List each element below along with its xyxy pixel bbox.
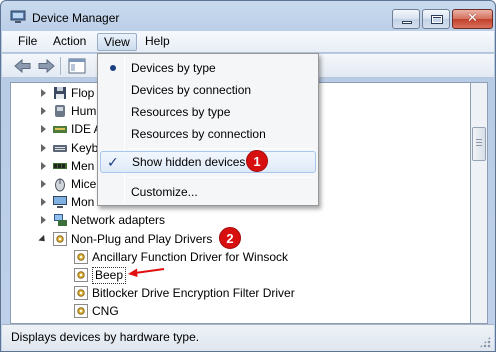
tree-item-label: Bitlocker Drive Encryption Filter Driver	[92, 286, 295, 301]
driver-icon	[74, 249, 88, 264]
tree-item-label: Men	[71, 158, 95, 173]
floppy-icon	[54, 87, 66, 99]
expand-arrow-icon[interactable]	[41, 107, 46, 116]
monitor-icon	[53, 196, 67, 209]
red-arrow-annotation	[128, 268, 165, 277]
menu-item-label: Resources by type	[131, 105, 231, 119]
tree-item-cng[interactable]: CNG	[11, 302, 470, 320]
menu-item-devices-by-connection[interactable]: Devices by connection	[100, 79, 316, 101]
view-menu-dropdown: Devices by type Devices by connection Re…	[97, 53, 319, 206]
menu-view[interactable]: View	[97, 33, 137, 51]
tree-item-label: Keyb	[71, 140, 99, 155]
menu-item-label: Show hidden devices	[132, 155, 246, 169]
keyboard-icon	[53, 144, 67, 152]
menu-item-label: Devices by type	[131, 61, 216, 75]
tree-item-label: Beep	[92, 267, 127, 284]
window-title: Device Manager	[32, 11, 120, 25]
scrollbar-thumb[interactable]	[472, 127, 486, 161]
status-bar: Displays devices by hardware type.	[2, 324, 494, 351]
menu-separator	[128, 148, 314, 149]
expand-arrow-icon[interactable]	[41, 180, 46, 188]
forward-arrow-icon[interactable]	[35, 57, 57, 75]
maximize-button[interactable]	[422, 9, 450, 29]
close-button[interactable]: ✕	[452, 9, 493, 29]
driver-icon	[53, 231, 67, 246]
collapse-arrow-icon[interactable]	[38, 234, 48, 244]
tree-item-label: Ancillary Function Driver for Winsock	[92, 249, 289, 264]
tree-item-network-adapters[interactable]: Network adapters	[11, 211, 470, 229]
tree-item-ancillary-function-driver-for-winsock[interactable]: Ancillary Function Driver for Winsock	[11, 248, 470, 266]
menu-item-resources-by-type[interactable]: Resources by type	[100, 101, 316, 123]
tree-item-label: CNG	[92, 304, 119, 319]
network-icon	[54, 214, 67, 227]
radio-selected-icon	[110, 65, 116, 71]
menu-bar: File Action View Help	[2, 31, 494, 53]
device-manager-icon	[10, 10, 26, 23]
resize-grip-icon[interactable]	[479, 336, 491, 348]
step-badge-1: 1	[246, 150, 268, 172]
expand-arrow-icon[interactable]	[41, 125, 46, 134]
menu-item-customize[interactable]: Customize...	[100, 181, 316, 203]
device-manager-window: Device Manager ✕ File Action View Help F…	[0, 0, 496, 352]
step-badge-2: 2	[219, 227, 241, 249]
driver-icon	[74, 304, 88, 319]
menu-item-devices-by-type[interactable]: Devices by type	[100, 57, 316, 79]
expand-arrow-icon[interactable]	[41, 216, 46, 225]
expand-arrow-icon[interactable]	[41, 89, 46, 97]
maximize-icon	[431, 15, 443, 24]
menu-item-label: Devices by connection	[131, 83, 252, 97]
menu-item-label: Customize...	[131, 185, 198, 199]
minimize-icon	[402, 21, 412, 24]
menu-item-label: Resources by connection	[131, 127, 266, 141]
mouse-icon	[55, 178, 65, 192]
minimize-button[interactable]	[392, 9, 420, 29]
expand-arrow-icon[interactable]	[41, 198, 46, 207]
expand-arrow-icon[interactable]	[41, 143, 46, 152]
driver-icon	[74, 268, 88, 282]
checkmark-icon: ✓	[107, 155, 119, 171]
tree-item-beep[interactable]: Beep	[11, 266, 470, 284]
driver-icon	[74, 286, 88, 301]
back-arrow-icon[interactable]	[12, 57, 34, 75]
tree-item-label: Flop	[71, 86, 95, 100]
close-icon: ✕	[467, 11, 478, 26]
menu-separator	[128, 177, 314, 178]
tree-item-label: Non-Plug and Play Drivers	[71, 231, 213, 246]
menu-help[interactable]: Help	[139, 33, 176, 51]
tree-item-label: Hum	[71, 104, 97, 119]
title-bar[interactable]: Device Manager ✕	[1, 1, 495, 31]
memory-icon	[53, 162, 67, 169]
hid-icon	[55, 105, 65, 118]
ide-icon	[53, 126, 67, 134]
tree-item-bitlocker-drive-encryption-filter-driver[interactable]: Bitlocker Drive Encryption Filter Driver	[11, 284, 470, 302]
menu-item-show-hidden-devices[interactable]: ✓ Show hidden devices	[100, 151, 316, 173]
show-hide-console-tree-icon[interactable]	[66, 57, 88, 75]
expand-arrow-icon[interactable]	[41, 161, 46, 170]
tree-item-label: Mice	[71, 177, 97, 191]
thumb-grip-icon	[476, 139, 482, 148]
toolbar-separator	[60, 57, 61, 75]
status-text: Displays devices by hardware type.	[11, 330, 200, 344]
menu-item-resources-by-connection[interactable]: Resources by connection	[100, 123, 316, 145]
tree-item-label: Network adapters	[71, 213, 166, 228]
tree-item-label: Mon	[71, 195, 95, 210]
menu-action[interactable]: Action	[47, 33, 92, 51]
vertical-scrollbar[interactable]	[470, 82, 488, 324]
menu-file[interactable]: File	[12, 33, 43, 51]
